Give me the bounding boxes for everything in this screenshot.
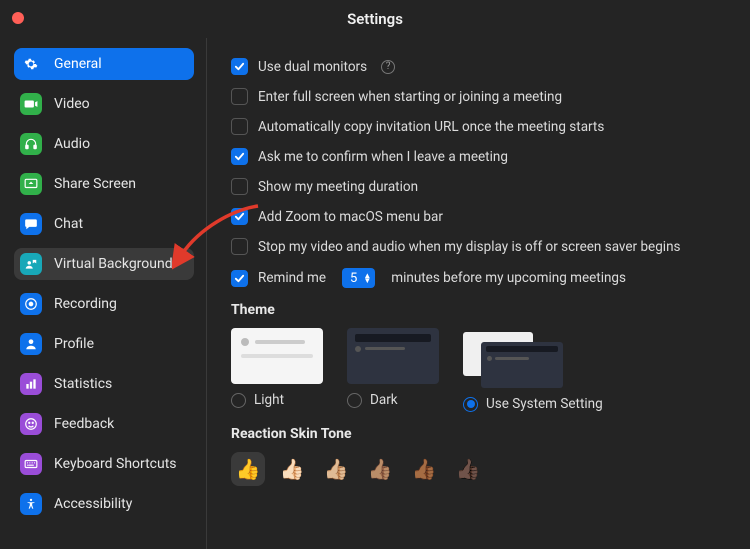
radio-button[interactable] [463, 397, 478, 412]
sidebar-item-label: General [54, 56, 102, 72]
checkbox-remind-me[interactable] [231, 270, 248, 287]
setting-row: Stop my video and audio when my display … [231, 238, 726, 255]
sidebar-item-feedback[interactable]: Feedback [14, 408, 194, 440]
checkbox[interactable] [231, 118, 248, 135]
sidebar-item-label: Chat [54, 216, 83, 232]
close-window-button[interactable] [12, 12, 24, 24]
remind-minutes-stepper[interactable]: 5 ▲▼ [342, 268, 375, 288]
sidebar-item-label: Profile [54, 336, 94, 352]
skin-tone-option[interactable]: 👍🏽 [363, 452, 397, 486]
stats-icon [20, 373, 42, 395]
theme-section-title: Theme [231, 302, 726, 318]
label-remind-before: Remind me [258, 270, 326, 286]
setting-label: Ask me to confirm when I leave a meeting [258, 149, 508, 165]
access-icon [20, 493, 42, 515]
theme-option-light[interactable]: Light [231, 328, 323, 412]
skin-tone-section-title: Reaction Skin Tone [231, 426, 726, 442]
skin-tone-option[interactable]: 👍🏻 [275, 452, 309, 486]
sidebar-item-label: Audio [54, 136, 90, 152]
setting-label: Add Zoom to macOS menu bar [258, 209, 443, 225]
titlebar: Settings [0, 0, 750, 38]
sidebar-item-label: Statistics [54, 376, 112, 392]
checkbox[interactable] [231, 88, 248, 105]
theme-thumbnail [347, 328, 439, 384]
setting-row: Automatically copy invitation URL once t… [231, 118, 726, 135]
sidebar-item-label: Video [54, 96, 90, 112]
theme-option-dark[interactable]: Dark [347, 328, 439, 412]
chat-icon [20, 213, 42, 235]
theme-thumbnail [463, 328, 567, 388]
theme-label: Use System Setting [486, 396, 603, 412]
setting-label: Show my meeting duration [258, 179, 418, 195]
vb-icon [20, 253, 42, 275]
sidebar-item-general[interactable]: General [14, 48, 194, 80]
gear-icon [20, 53, 42, 75]
setting-label: Enter full screen when starting or joini… [258, 89, 562, 105]
setting-row: Add Zoom to macOS menu bar [231, 208, 726, 225]
radio-button[interactable] [231, 393, 246, 408]
theme-radio-row: Use System Setting [463, 396, 603, 412]
skin-tone-option[interactable]: 👍🏿 [451, 452, 485, 486]
theme-thumbnail [231, 328, 323, 384]
skin-tone-option[interactable]: 👍 [231, 452, 265, 486]
sidebar-item-label: Accessibility [54, 496, 132, 512]
radio-button[interactable] [347, 393, 362, 408]
remind-minutes-value: 5 [350, 271, 357, 286]
sidebar-item-accessibility[interactable]: Accessibility [14, 488, 194, 520]
record-icon [20, 293, 42, 315]
sidebar-item-label: Keyboard Shortcuts [54, 456, 177, 472]
sidebar-item-virtual-background[interactable]: Virtual Background [14, 248, 194, 280]
sidebar-item-label: Virtual Background [54, 256, 173, 272]
skin-tone-option[interactable]: 👍🏼 [319, 452, 353, 486]
keyboard-icon [20, 453, 42, 475]
screen-icon [20, 173, 42, 195]
label-remind-after: minutes before my upcoming meetings [391, 270, 626, 286]
theme-radio-row: Dark [347, 392, 439, 408]
setting-row: Enter full screen when starting or joini… [231, 88, 726, 105]
sidebar-item-recording[interactable]: Recording [14, 288, 194, 320]
checkbox[interactable] [231, 178, 248, 195]
headphone-icon [20, 133, 42, 155]
sidebar-item-label: Share Screen [54, 176, 136, 192]
setting-label: Use dual monitors [258, 59, 367, 75]
smile-icon [20, 413, 42, 435]
setting-row: Show my meeting duration [231, 178, 726, 195]
checkbox[interactable] [231, 58, 248, 75]
sidebar-item-label: Feedback [54, 416, 114, 432]
skin-tone-option[interactable]: 👍🏾 [407, 452, 441, 486]
setting-row: Use dual monitors? [231, 58, 726, 75]
help-icon[interactable]: ? [381, 60, 395, 74]
theme-radio-row: Light [231, 392, 323, 408]
window-title: Settings [347, 10, 403, 28]
theme-label: Dark [370, 392, 398, 408]
sidebar-item-video[interactable]: Video [14, 88, 194, 120]
setting-row: Ask me to confirm when I leave a meeting [231, 148, 726, 165]
sidebar-item-keyboard-shortcuts[interactable]: Keyboard Shortcuts [14, 448, 194, 480]
checkbox[interactable] [231, 208, 248, 225]
checkbox[interactable] [231, 148, 248, 165]
setting-label: Stop my video and audio when my display … [258, 239, 681, 255]
sidebar-item-statistics[interactable]: Statistics [14, 368, 194, 400]
sidebar-item-audio[interactable]: Audio [14, 128, 194, 160]
sidebar-item-chat[interactable]: Chat [14, 208, 194, 240]
sidebar-item-share-screen[interactable]: Share Screen [14, 168, 194, 200]
setting-remind-me: Remind me 5 ▲▼ minutes before my upcomin… [231, 268, 726, 288]
sidebar-item-label: Recording [54, 296, 117, 312]
setting-label: Automatically copy invitation URL once t… [258, 119, 604, 135]
theme-label: Light [254, 392, 284, 408]
sidebar: General Video Audio Share Screen Chat Virtual… [0, 38, 207, 549]
sidebar-item-profile[interactable]: Profile [14, 328, 194, 360]
profile-icon [20, 333, 42, 355]
video-icon [20, 93, 42, 115]
main-pane: Use dual monitors? Enter full screen when… [207, 38, 750, 549]
checkbox[interactable] [231, 238, 248, 255]
theme-option-use-system-setting[interactable]: Use System Setting [463, 328, 603, 412]
stepper-arrows-icon: ▲▼ [363, 273, 371, 283]
